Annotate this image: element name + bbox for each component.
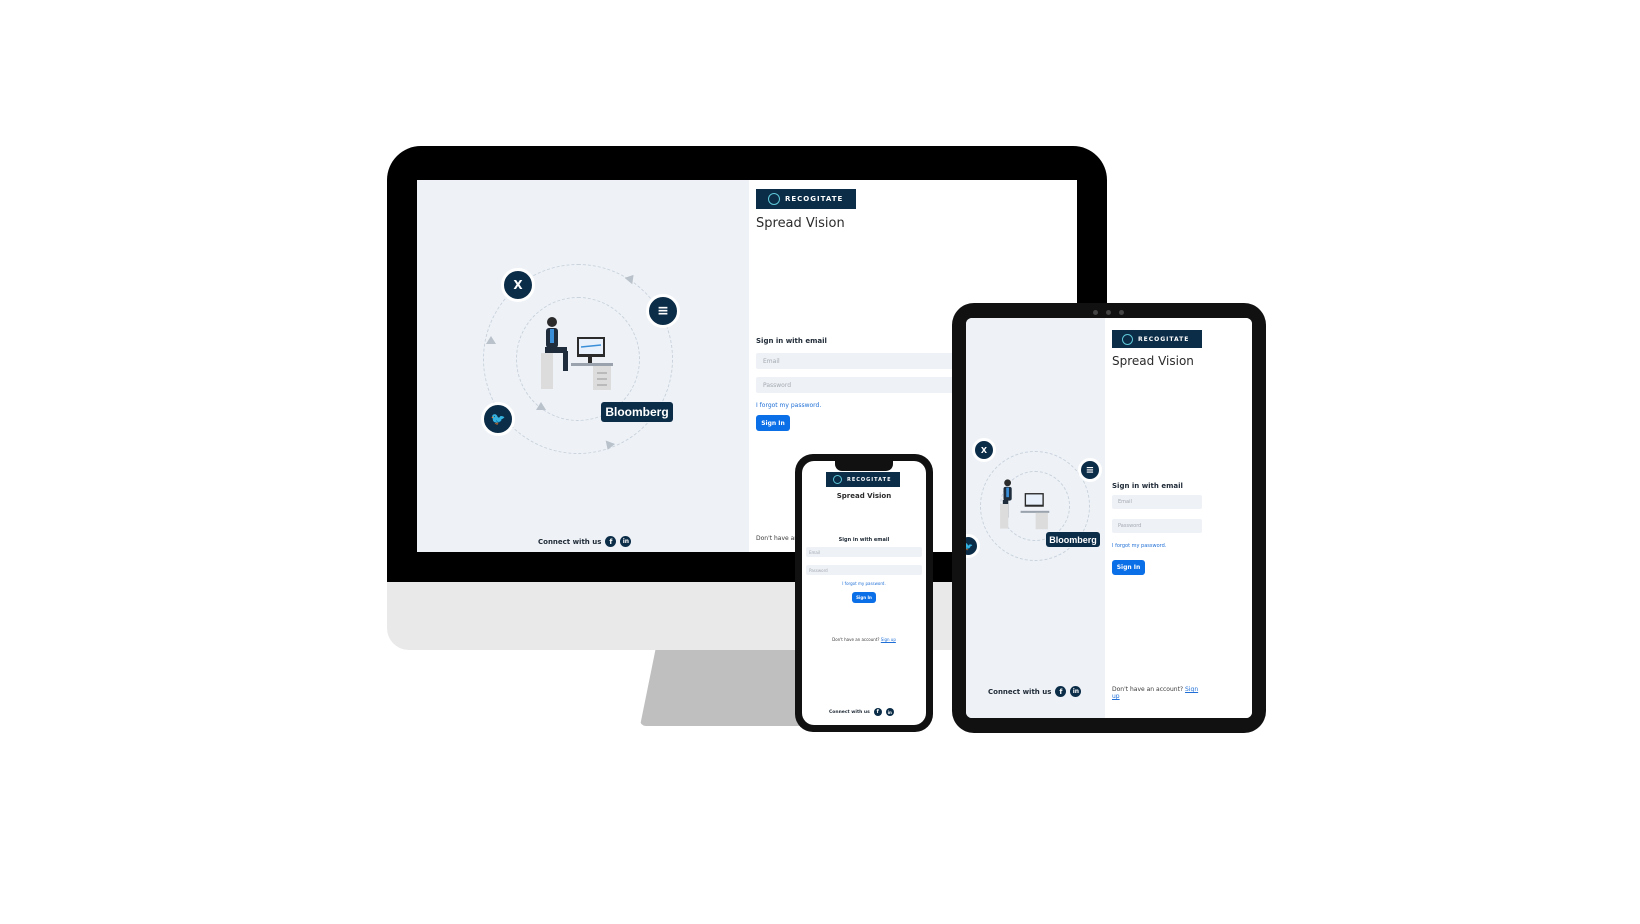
forgot-password-link[interactable]: I forgot my password. [756, 402, 821, 409]
brand-name: RECOGITATE [1138, 335, 1190, 343]
connect-with-us: Connect with us f in [538, 536, 632, 547]
no-account-text: Don't have an account? Sign up [1112, 686, 1199, 700]
sign-up-link[interactable]: Sign up [881, 637, 896, 642]
document-icon: ≡ [646, 294, 680, 328]
facebook-icon[interactable]: f [873, 708, 882, 716]
phone-screen: RECOGITATE Spread Vision Sign in with em… [802, 461, 926, 725]
phone-notch [835, 461, 893, 471]
excel-icon: X [501, 268, 535, 302]
linkedin-icon[interactable]: in [885, 708, 894, 716]
email-field[interactable]: Email [756, 353, 956, 369]
tablet-camera [1078, 310, 1138, 316]
connect-label: Connect with us [538, 537, 602, 546]
brand-logo: RECOGITATE [1112, 330, 1202, 348]
person-at-desk-illustration [541, 317, 613, 390]
connect-with-us: Connect with us f in [829, 708, 894, 716]
sign-in-heading: Sign in with email [756, 337, 827, 345]
forgot-password-link[interactable]: I forgot my password. [802, 581, 926, 586]
brand-name: RECOGITATE [785, 195, 844, 203]
sign-in-heading: Sign in with email [838, 537, 890, 543]
brand-mark-icon [1122, 333, 1133, 345]
facebook-icon[interactable]: f [605, 536, 617, 547]
password-field[interactable]: Password [1112, 519, 1202, 533]
twitter-icon: 🐦 [481, 402, 515, 436]
email-field[interactable]: Email [1112, 495, 1202, 509]
tablet-screen: X ≡ 🐦 Bloomberg Connect with us f in REC… [966, 318, 1252, 718]
no-account-text: Don't have an account? Sign up [832, 637, 896, 642]
linkedin-icon[interactable]: in [620, 536, 632, 547]
linkedin-icon[interactable]: in [1070, 686, 1082, 697]
person-at-desk-illustration [1000, 479, 1050, 530]
document-icon: ≡ [1078, 458, 1102, 482]
bloomberg-logo: Bloomberg [1046, 532, 1100, 547]
sign-in-button[interactable]: Sign In [1112, 560, 1145, 575]
password-field[interactable]: Password [756, 377, 956, 393]
app-title: Spread Vision [1112, 354, 1194, 368]
brand-mark-icon [768, 193, 780, 205]
app-title: Spread Vision [836, 492, 892, 500]
sign-in-heading: Sign in with email [1112, 482, 1183, 490]
connect-label: Connect with us [988, 687, 1052, 696]
brand-mark-icon [833, 475, 842, 484]
password-field[interactable]: Password [806, 565, 922, 575]
app-title: Spread Vision [756, 216, 845, 231]
orbit-arrow [486, 336, 496, 344]
orbit-arrow [536, 402, 546, 410]
sign-in-button[interactable]: Sign In [852, 592, 876, 603]
sign-in-button[interactable]: Sign In [756, 415, 790, 431]
connect-with-us: Connect with us f in [988, 686, 1082, 697]
forgot-password-link[interactable]: I forgot my password. [1112, 543, 1166, 549]
illustration-panel: X ≡ 🐦 Bloomberg Connect with us f in [966, 318, 1105, 718]
brand-logo: RECOGITATE [756, 189, 856, 209]
connect-label: Connect with us [829, 709, 870, 715]
login-panel: RECOGITATE Spread Vision Sign in with em… [1105, 318, 1252, 718]
facebook-icon[interactable]: f [1055, 686, 1067, 697]
email-field[interactable]: Email [806, 547, 922, 557]
brand-name: RECOGITATE [847, 476, 892, 483]
twitter-icon: 🐦 [966, 534, 980, 558]
brand-logo: RECOGITATE [826, 472, 900, 487]
bloomberg-logo: Bloomberg [601, 402, 673, 422]
illustration-panel: X ≡ 🐦 Bloomberg Connect with us f in [417, 180, 749, 552]
excel-icon: X [972, 438, 996, 462]
